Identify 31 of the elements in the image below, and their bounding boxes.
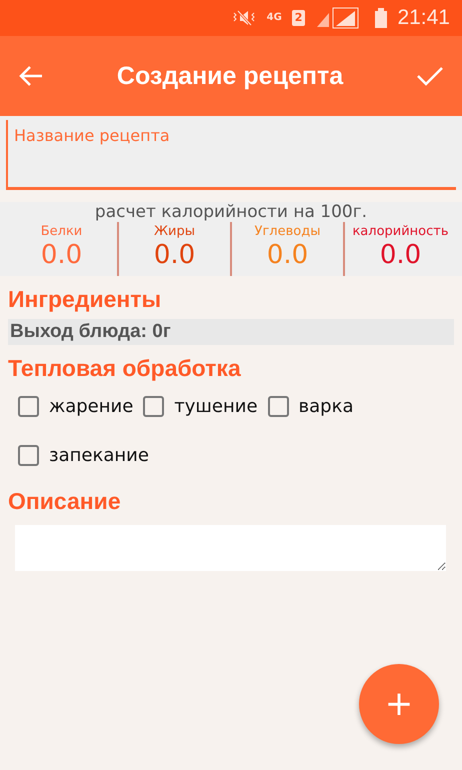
nutrient-label: калорийность <box>352 224 449 239</box>
mute-icon <box>230 8 257 28</box>
checkbox-option[interactable]: запекание <box>18 445 444 466</box>
checkbox-option[interactable]: варка <box>268 396 354 417</box>
checkbox[interactable] <box>268 396 289 417</box>
recipe-name-field[interactable]: Название рецепта <box>0 116 462 190</box>
battery-icon <box>375 8 388 28</box>
nutrient-label: Жиры <box>154 224 195 239</box>
clock: 21:41 <box>397 6 450 30</box>
calorie-caption: расчет калорийности на 100г. <box>94 202 368 222</box>
nutrient-label: Углеводы <box>254 224 320 239</box>
network-label: 4G <box>266 13 282 23</box>
checkbox[interactable] <box>18 445 39 466</box>
nutrient-value: 0.0 <box>266 239 308 271</box>
checkbox-option[interactable]: жарение <box>18 396 134 417</box>
section-title: Тепловая обработка <box>8 355 242 382</box>
nutrient-label: Белки <box>40 224 82 239</box>
sim-badge: 2 <box>292 10 306 26</box>
nutrient-value: 0.0 <box>154 239 196 271</box>
checkbox[interactable] <box>18 396 39 417</box>
description-field[interactable] <box>15 525 446 571</box>
section-title: Описание <box>8 488 122 515</box>
checkbox[interactable] <box>143 396 164 417</box>
checkbox-option[interactable]: тушение <box>143 396 258 417</box>
screen-title: Создание рецепта <box>116 62 344 90</box>
nutrient-value: 0.0 <box>40 239 82 271</box>
save-button[interactable] <box>416 65 444 87</box>
back-button[interactable] <box>18 65 44 87</box>
nutrient-value: 0.0 <box>380 239 422 271</box>
yield-label: Выход блюда: 0г <box>8 319 454 345</box>
section-title: Ингредиенты <box>8 286 162 313</box>
